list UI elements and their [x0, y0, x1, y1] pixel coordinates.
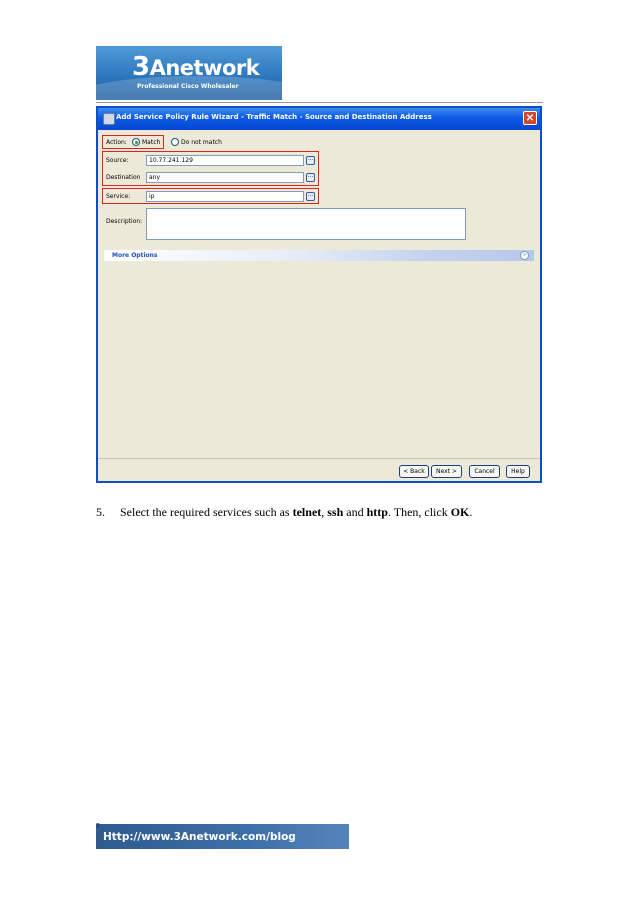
back-button[interactable]: < Back: [399, 465, 429, 478]
match-label[interactable]: Match: [142, 139, 160, 146]
chevron-down-icon[interactable]: »: [520, 251, 529, 260]
footer-url-banner: Http://www.3Anetwork.com/blog: [96, 824, 349, 849]
radio-selected-dot: [135, 141, 138, 144]
dialog-titlebar[interactable]: Add Service Policy Rule Wizard - Traffic…: [98, 108, 540, 130]
source-label: Source:: [106, 157, 129, 164]
separator: and: [343, 505, 367, 519]
more-options-bar[interactable]: More Options »: [104, 250, 534, 261]
service-label: Service:: [106, 193, 131, 200]
page-number: 7: [96, 822, 100, 830]
next-button[interactable]: Next >: [431, 465, 462, 478]
ssh-term: ssh: [327, 505, 344, 519]
do-not-match-label[interactable]: Do not match: [181, 139, 222, 146]
instruction-step: 5. Select the required services such as t…: [96, 505, 566, 520]
cancel-button[interactable]: Cancel: [469, 465, 500, 478]
more-options-label: More Options: [112, 252, 158, 259]
destination-input[interactable]: any: [146, 172, 304, 183]
step-number: 5.: [96, 505, 105, 519]
action-label: Action:: [106, 139, 127, 146]
ok-term: OK: [450, 505, 470, 519]
header-divider: [96, 102, 543, 103]
match-radio[interactable]: [132, 138, 140, 146]
instruction-text-end: .: [469, 505, 473, 519]
dialog-title: Add Service Policy Rule Wizard - Traffic…: [116, 113, 432, 121]
help-button[interactable]: Help: [506, 465, 530, 478]
wizard-dialog: Add Service Policy Rule Wizard - Traffic…: [96, 106, 542, 483]
description-label: Description:: [106, 218, 143, 225]
dialog-footer-divider: [98, 458, 540, 459]
service-input[interactable]: ip: [146, 191, 304, 202]
http-term: http: [366, 505, 388, 519]
close-button[interactable]: ✕: [523, 111, 537, 125]
instruction-text: Select the required services such as: [120, 505, 293, 519]
do-not-match-radio[interactable]: [171, 138, 179, 146]
telnet-term: telnet: [292, 505, 322, 519]
footer-url[interactable]: Http://www.3Anetwork.com/blog: [103, 831, 296, 843]
source-input[interactable]: 10.77.241.129: [146, 155, 304, 166]
company-logo: 3Anetwork Professional Cisco Wholesaler: [96, 46, 282, 100]
instruction-text-mid: . Then, click: [387, 505, 451, 519]
service-browse-button[interactable]: ...: [306, 192, 315, 201]
logo-tagline: Professional Cisco Wholesaler: [137, 83, 239, 90]
description-textarea[interactable]: [146, 208, 466, 240]
destination-label: Destination: [106, 174, 141, 181]
app-icon: [103, 113, 115, 125]
source-browse-button[interactable]: ...: [306, 156, 315, 165]
destination-browse-button[interactable]: ...: [306, 173, 315, 182]
logo-brand: 3Anetwork: [132, 52, 260, 82]
